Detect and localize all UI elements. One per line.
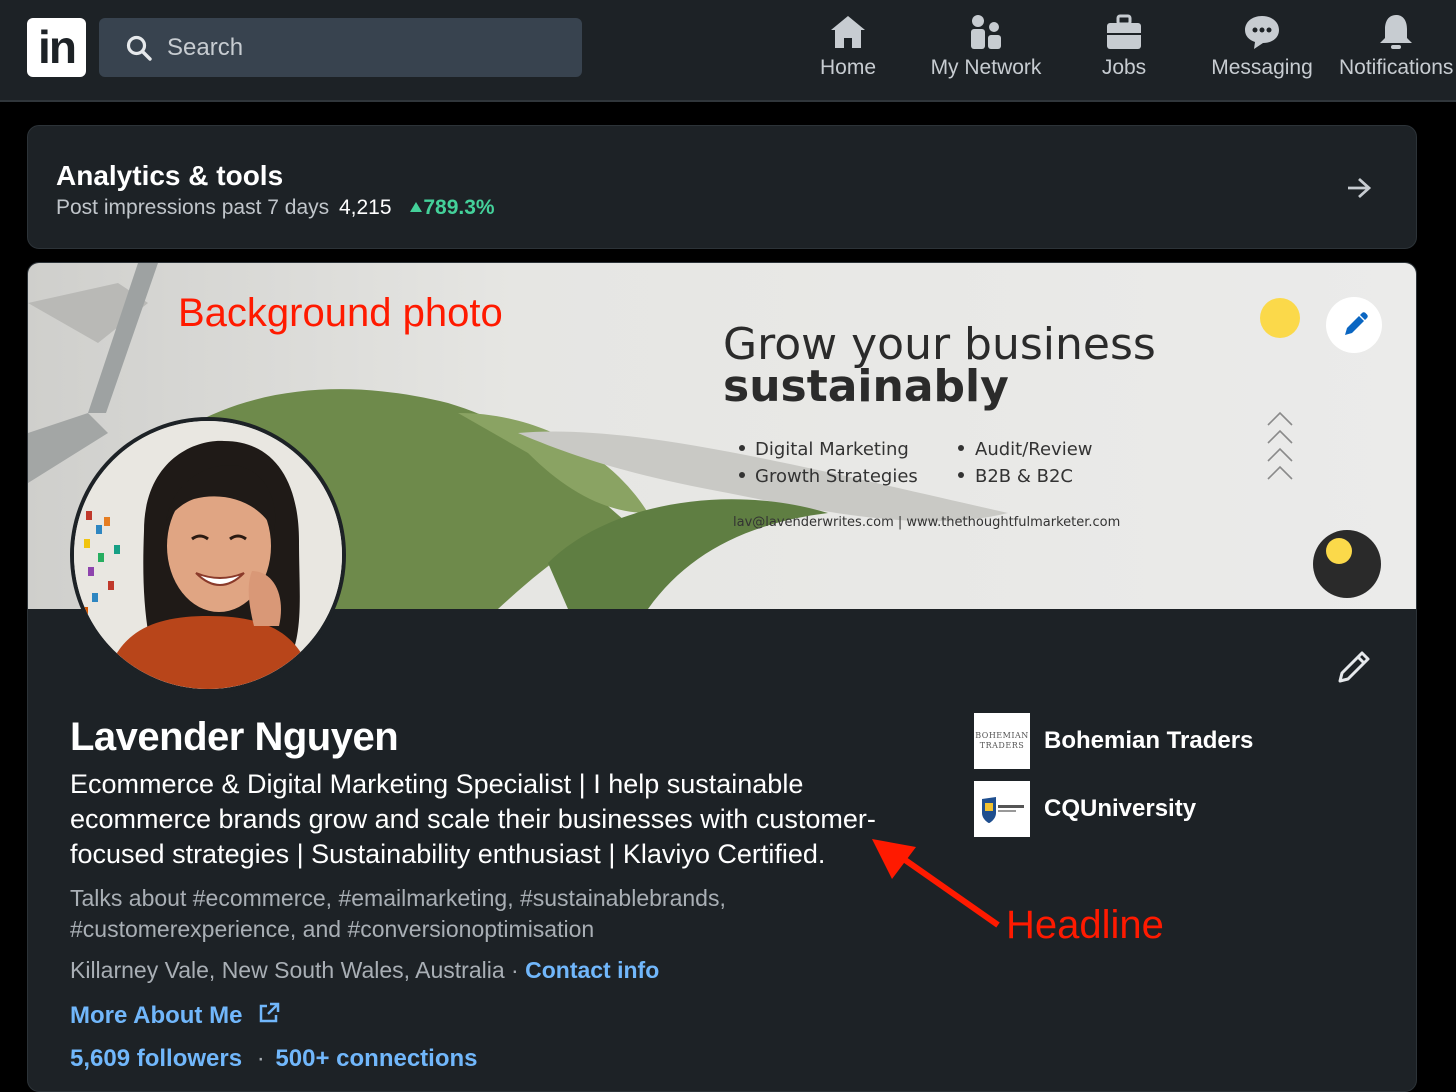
cquniversity-logo bbox=[974, 781, 1030, 837]
annotation-headline: Headline bbox=[1006, 903, 1164, 947]
nav-home-label: Home bbox=[819, 56, 877, 79]
edit-profile-pencil-icon[interactable] bbox=[1334, 647, 1374, 687]
followers-connections: 5,609 followers · 500+ connections bbox=[70, 1045, 478, 1073]
search-icon bbox=[126, 35, 152, 61]
nav-my-network-label: My Network bbox=[930, 56, 1042, 79]
location-text: Killarney Vale, New South Wales, Austral… bbox=[70, 957, 505, 983]
network-icon bbox=[971, 15, 1001, 49]
followers-link[interactable]: 5,609 followers bbox=[70, 1045, 242, 1072]
banner-service-2: Growth Strategies bbox=[755, 466, 918, 487]
nav-jobs-label: Jobs bbox=[1101, 56, 1147, 79]
edit-background-button[interactable] bbox=[1326, 297, 1382, 353]
nav-notifications[interactable]: Notifications bbox=[1336, 12, 1456, 92]
nav-my-network[interactable]: My Network bbox=[920, 12, 1052, 92]
more-about-me-link[interactable]: More About Me bbox=[70, 1001, 281, 1030]
home-icon bbox=[831, 16, 865, 48]
followers-separator: · bbox=[256, 1045, 265, 1072]
profile-location: Killarney Vale, New South Wales, Austral… bbox=[70, 957, 659, 984]
banner-contact-line: lav@lavenderwrites.com | www.thethoughtf… bbox=[733, 515, 1120, 530]
impressions-change-value: 789.3% bbox=[423, 196, 495, 219]
linkedin-logo[interactable]: in bbox=[27, 18, 86, 77]
nav-messaging[interactable]: Messaging bbox=[1204, 12, 1320, 92]
location-separator: · bbox=[511, 957, 519, 983]
pencil-icon bbox=[1345, 312, 1368, 335]
contact-info-link[interactable]: Contact info bbox=[525, 957, 659, 983]
top-nav-bar: in Home My Network Jobs bbox=[0, 0, 1456, 102]
profile-photo-image bbox=[74, 421, 342, 689]
triangle-up-icon bbox=[410, 202, 423, 212]
search-bar[interactable] bbox=[99, 18, 582, 77]
nav-messaging-label: Messaging bbox=[1211, 56, 1313, 79]
briefcase-icon bbox=[1107, 14, 1141, 49]
more-about-me-label: More About Me bbox=[70, 1002, 243, 1029]
impressions-value: 4,215 bbox=[338, 196, 392, 219]
profile-headline: Ecommerce & Digital Marketing Specialist… bbox=[70, 769, 876, 869]
nav-notifications-label: Notifications bbox=[1339, 56, 1454, 79]
connections-link[interactable]: 500+ connections bbox=[275, 1045, 477, 1072]
banner-service-3: Audit/Review bbox=[975, 439, 1093, 460]
chat-icon bbox=[1245, 16, 1279, 49]
nav-jobs[interactable]: Jobs bbox=[1090, 12, 1158, 92]
impressions-stat: Post impressions past 7 days 4,215 789.3… bbox=[56, 196, 495, 220]
search-input[interactable] bbox=[167, 18, 567, 77]
banner-service-4: B2B & B2C bbox=[975, 466, 1073, 487]
external-link-icon bbox=[259, 1002, 280, 1023]
analytics-card[interactable]: Analytics & tools Post impressions past … bbox=[27, 125, 1417, 249]
nav-home[interactable]: Home bbox=[808, 12, 888, 92]
cquniversity-shield-icon bbox=[982, 797, 1024, 823]
banner-heading-line2: sustainably bbox=[723, 361, 1009, 412]
org-name-bohemian-traders: Bohemian Traders bbox=[1044, 727, 1254, 754]
arrow-right-icon[interactable] bbox=[1346, 176, 1372, 200]
bohemian-traders-logo: BOHEMIAN TRADERS bbox=[974, 713, 1030, 769]
profile-name: Lavender Nguyen bbox=[70, 715, 399, 759]
profile-talks-about: Talks about #ecommerce, #emailmarketing,… bbox=[70, 885, 726, 942]
annotation-arrow bbox=[872, 839, 1000, 928]
bell-icon bbox=[1380, 15, 1412, 49]
impressions-change: 789.3% bbox=[409, 196, 495, 219]
analytics-title: Analytics & tools bbox=[56, 160, 284, 191]
annotation-background-photo: Background photo bbox=[178, 291, 503, 335]
profile-photo[interactable] bbox=[70, 417, 346, 693]
profile-card: Grow your business sustainably Digital M… bbox=[27, 262, 1417, 1092]
impressions-label: Post impressions past 7 days bbox=[56, 196, 330, 219]
banner-service-1: Digital Marketing bbox=[755, 439, 909, 460]
org-name-cquniversity: CQUniversity bbox=[1044, 795, 1197, 822]
